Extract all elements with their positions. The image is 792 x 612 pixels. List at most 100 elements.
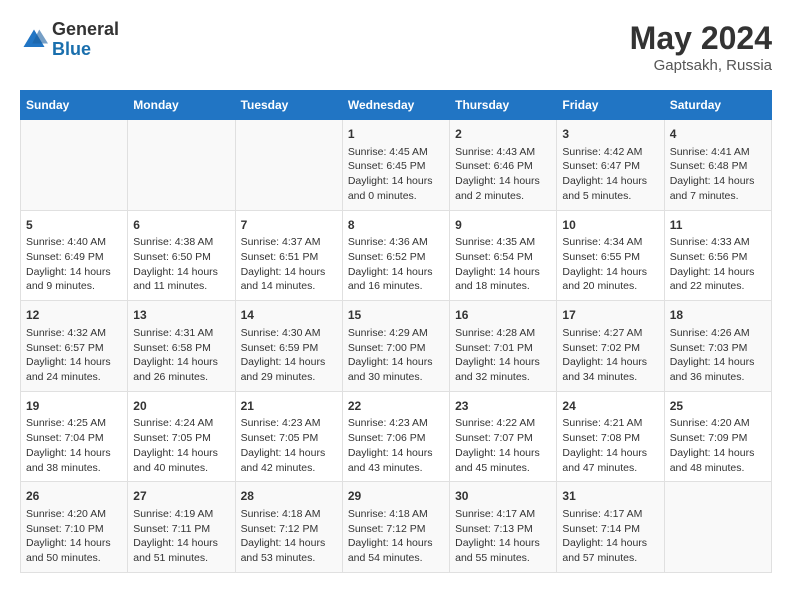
day-number: 28 (241, 488, 337, 505)
day-number: 6 (133, 217, 229, 234)
calendar-cell: 2 Sunrise: 4:43 AMSunset: 6:46 PMDaylight… (450, 120, 557, 211)
calendar-cell: 14 Sunrise: 4:30 AMSunset: 6:59 PMDayligh… (235, 301, 342, 392)
calendar-week-row: 5Sunrise: 4:40 AMSunset: 6:49 PMDaylight… (21, 210, 772, 301)
calendar-cell: 12 Sunrise: 4:32 AMSunset: 6:57 PMDayligh… (21, 301, 128, 392)
day-number: 7 (241, 217, 337, 234)
day-info: Sunrise: 4:31 AMSunset: 6:58 PMDaylight:… (133, 326, 229, 385)
day-info: Sunrise: 4:33 AMSunset: 6:56 PMDaylight:… (670, 235, 766, 294)
calendar-cell: 1 Sunrise: 4:45 AMSunset: 6:45 PMDaylight… (342, 120, 449, 211)
logo-icon (20, 26, 48, 54)
day-number: 27 (133, 488, 229, 505)
day-info: Sunrise: 4:43 AMSunset: 6:46 PMDaylight:… (455, 145, 551, 204)
day-info: Sunrise: 4:45 AMSunset: 6:45 PMDaylight:… (348, 145, 444, 204)
calendar-cell: 18 Sunrise: 4:26 AMSunset: 7:03 PMDayligh… (664, 301, 771, 392)
day-number: 23 (455, 398, 551, 415)
day-info: Sunrise: 4:19 AMSunset: 7:11 PMDaylight:… (133, 507, 229, 566)
calendar-cell: 10Sunrise: 4:34 AMSunset: 6:55 PMDayligh… (557, 210, 664, 301)
calendar-cell: 30 Sunrise: 4:17 AMSunset: 7:13 PMDayligh… (450, 482, 557, 573)
day-number: 5 (26, 217, 122, 234)
calendar-cell: 28 Sunrise: 4:18 AMSunset: 7:12 PMDayligh… (235, 482, 342, 573)
calendar-cell: 23Sunrise: 4:22 AMSunset: 7:07 PMDayligh… (450, 391, 557, 482)
logo-text: General Blue (52, 20, 119, 60)
day-info: Sunrise: 4:20 AMSunset: 7:09 PMDaylight:… (670, 416, 766, 475)
day-info: Sunrise: 4:18 AMSunset: 7:12 PMDaylight:… (241, 507, 337, 566)
calendar-cell: 19Sunrise: 4:25 AMSunset: 7:04 PMDayligh… (21, 391, 128, 482)
calendar-cell: 3Sunrise: 4:42 AMSunset: 6:47 PMDaylight… (557, 120, 664, 211)
month-title: May 2024 (630, 20, 772, 57)
calendar-cell (664, 482, 771, 573)
day-number: 29 (348, 488, 444, 505)
day-info: Sunrise: 4:24 AMSunset: 7:05 PMDaylight:… (133, 416, 229, 475)
weekday-header: Tuesday (235, 91, 342, 120)
calendar-cell: 4Sunrise: 4:41 AMSunset: 6:48 PMDaylight… (664, 120, 771, 211)
day-number: 8 (348, 217, 444, 234)
day-number: 12 (26, 307, 122, 324)
day-number: 17 (562, 307, 658, 324)
calendar-cell: 11Sunrise: 4:33 AMSunset: 6:56 PMDayligh… (664, 210, 771, 301)
calendar-cell (128, 120, 235, 211)
day-info: Sunrise: 4:25 AMSunset: 7:04 PMDaylight:… (26, 416, 122, 475)
day-number: 14 (241, 307, 337, 324)
calendar-week-row: 19Sunrise: 4:25 AMSunset: 7:04 PMDayligh… (21, 391, 772, 482)
calendar-cell: 25Sunrise: 4:20 AMSunset: 7:09 PMDayligh… (664, 391, 771, 482)
weekday-header: Monday (128, 91, 235, 120)
day-info: Sunrise: 4:32 AMSunset: 6:57 PMDaylight:… (26, 326, 122, 385)
day-info: Sunrise: 4:34 AMSunset: 6:55 PMDaylight:… (562, 235, 658, 294)
calendar-cell: 8Sunrise: 4:36 AMSunset: 6:52 PMDaylight… (342, 210, 449, 301)
day-info: Sunrise: 4:35 AMSunset: 6:54 PMDaylight:… (455, 235, 551, 294)
day-number: 2 (455, 126, 551, 143)
day-info: Sunrise: 4:23 AMSunset: 7:06 PMDaylight:… (348, 416, 444, 475)
day-info: Sunrise: 4:17 AMSunset: 7:13 PMDaylight:… (455, 507, 551, 566)
calendar-header-row: SundayMondayTuesdayWednesdayThursdayFrid… (21, 91, 772, 120)
calendar-cell: 29 Sunrise: 4:18 AMSunset: 7:12 PMDayligh… (342, 482, 449, 573)
day-info: Sunrise: 4:40 AMSunset: 6:49 PMDaylight:… (26, 235, 122, 294)
day-info: Sunrise: 4:18 AMSunset: 7:12 PMDaylight:… (348, 507, 444, 566)
weekday-header: Saturday (664, 91, 771, 120)
day-number: 26 (26, 488, 122, 505)
calendar-cell: 26Sunrise: 4:20 AMSunset: 7:10 PMDayligh… (21, 482, 128, 573)
day-info: Sunrise: 4:37 AMSunset: 6:51 PMDaylight:… (241, 235, 337, 294)
calendar-cell: 9Sunrise: 4:35 AMSunset: 6:54 PMDaylight… (450, 210, 557, 301)
day-number: 3 (562, 126, 658, 143)
day-number: 21 (241, 398, 337, 415)
day-number: 25 (670, 398, 766, 415)
day-number: 30 (455, 488, 551, 505)
calendar-cell: 13 Sunrise: 4:31 AMSunset: 6:58 PMDayligh… (128, 301, 235, 392)
day-number: 4 (670, 126, 766, 143)
day-info: Sunrise: 4:30 AMSunset: 6:59 PMDaylight:… (241, 326, 337, 385)
day-number: 15 (348, 307, 444, 324)
weekday-header: Wednesday (342, 91, 449, 120)
day-info: Sunrise: 4:29 AMSunset: 7:00 PMDaylight:… (348, 326, 444, 385)
weekday-header: Thursday (450, 91, 557, 120)
day-number: 24 (562, 398, 658, 415)
calendar-week-row: 1 Sunrise: 4:45 AMSunset: 6:45 PMDaylight… (21, 120, 772, 211)
day-number: 22 (348, 398, 444, 415)
logo: General Blue (20, 20, 119, 60)
title-block: May 2024 Gaptsakh, Russia (630, 20, 772, 74)
day-info: Sunrise: 4:38 AMSunset: 6:50 PMDaylight:… (133, 235, 229, 294)
day-info: Sunrise: 4:36 AMSunset: 6:52 PMDaylight:… (348, 235, 444, 294)
day-info: Sunrise: 4:23 AMSunset: 7:05 PMDaylight:… (241, 416, 337, 475)
day-number: 16 (455, 307, 551, 324)
day-info: Sunrise: 4:27 AMSunset: 7:02 PMDaylight:… (562, 326, 658, 385)
calendar-week-row: 26Sunrise: 4:20 AMSunset: 7:10 PMDayligh… (21, 482, 772, 573)
day-number: 10 (562, 217, 658, 234)
day-number: 13 (133, 307, 229, 324)
day-number: 20 (133, 398, 229, 415)
day-number: 9 (455, 217, 551, 234)
weekday-header: Friday (557, 91, 664, 120)
weekday-header: Sunday (21, 91, 128, 120)
day-number: 19 (26, 398, 122, 415)
calendar-cell: 16Sunrise: 4:28 AMSunset: 7:01 PMDayligh… (450, 301, 557, 392)
day-info: Sunrise: 4:26 AMSunset: 7:03 PMDaylight:… (670, 326, 766, 385)
location: Gaptsakh, Russia (630, 57, 772, 74)
calendar-cell (235, 120, 342, 211)
calendar-cell: 21Sunrise: 4:23 AMSunset: 7:05 PMDayligh… (235, 391, 342, 482)
calendar-cell: 27 Sunrise: 4:19 AMSunset: 7:11 PMDayligh… (128, 482, 235, 573)
calendar-cell: 15 Sunrise: 4:29 AMSunset: 7:00 PMDayligh… (342, 301, 449, 392)
calendar-cell: 6Sunrise: 4:38 AMSunset: 6:50 PMDaylight… (128, 210, 235, 301)
day-number: 18 (670, 307, 766, 324)
calendar-week-row: 12 Sunrise: 4:32 AMSunset: 6:57 PMDayligh… (21, 301, 772, 392)
day-number: 1 (348, 126, 444, 143)
day-info: Sunrise: 4:21 AMSunset: 7:08 PMDaylight:… (562, 416, 658, 475)
